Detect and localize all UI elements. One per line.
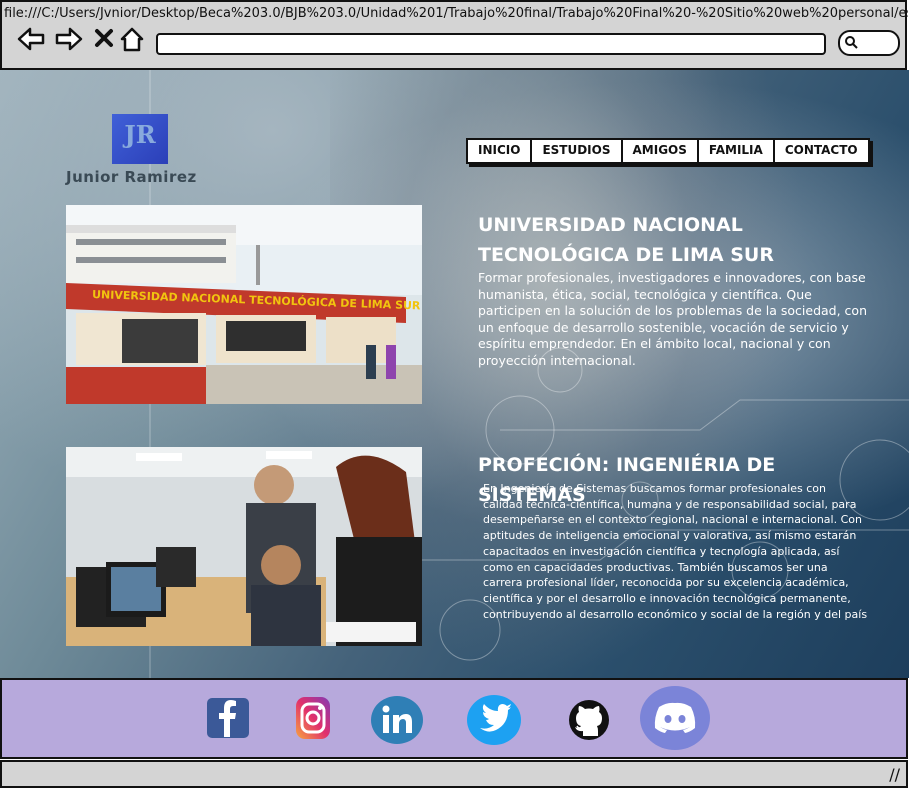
twitter-icon[interactable] xyxy=(466,694,522,746)
discord-icon[interactable] xyxy=(639,685,711,751)
menu-item-estudios[interactable]: ESTUDIOS xyxy=(532,140,623,162)
menu-item-inicio[interactable]: INICIO xyxy=(468,140,533,162)
url-text: file:///C:/Users/Jvnior/Desktop/Beca%203… xyxy=(4,6,908,21)
forward-arrow-icon[interactable] xyxy=(54,24,84,54)
address-bar[interactable] xyxy=(156,33,826,55)
footer xyxy=(0,678,908,759)
section2-body: En Ingeniería de Sistemas buscamos forma… xyxy=(483,482,868,621)
university-photo: UNIVERSIDAD NACIONAL TECNOLÓGICA DE LIMA… xyxy=(66,205,422,404)
web-page: JR Junior Ramirez INICIO ESTUDIOS AMIGOS… xyxy=(0,70,909,678)
logo-initials: JR xyxy=(124,120,156,149)
back-arrow-icon[interactable] xyxy=(16,24,46,54)
facebook-icon[interactable] xyxy=(206,697,250,739)
linkedin-icon[interactable] xyxy=(370,695,424,745)
status-bar: // xyxy=(0,760,908,788)
section1-title: UNIVERSIDAD NACIONAL TECNOLÓGICA DE LIMA… xyxy=(478,214,774,266)
browser-toolbar: file:///C:/Users/Jvnior/Desktop/Beca%203… xyxy=(0,0,908,70)
logo-name: Junior Ramirez xyxy=(66,168,197,186)
menu-item-familia[interactable]: FAMILIA xyxy=(699,140,775,162)
logo[interactable]: JR xyxy=(112,114,168,164)
section1-body: Formar profesionales, investigadores e i… xyxy=(478,270,868,368)
instagram-icon[interactable] xyxy=(294,695,332,741)
stop-icon[interactable] xyxy=(90,24,120,54)
github-icon[interactable] xyxy=(566,698,612,742)
students-photo xyxy=(66,447,422,646)
menu-item-contacto[interactable]: CONTACTO xyxy=(775,140,868,162)
resize-grip-icon[interactable]: // xyxy=(889,765,900,784)
search-box[interactable] xyxy=(838,30,900,56)
home-icon[interactable] xyxy=(118,24,148,54)
menu-item-amigos[interactable]: AMIGOS xyxy=(623,140,699,162)
main-menu: INICIO ESTUDIOS AMIGOS FAMILIA CONTACTO xyxy=(466,138,870,164)
search-icon xyxy=(845,36,858,49)
